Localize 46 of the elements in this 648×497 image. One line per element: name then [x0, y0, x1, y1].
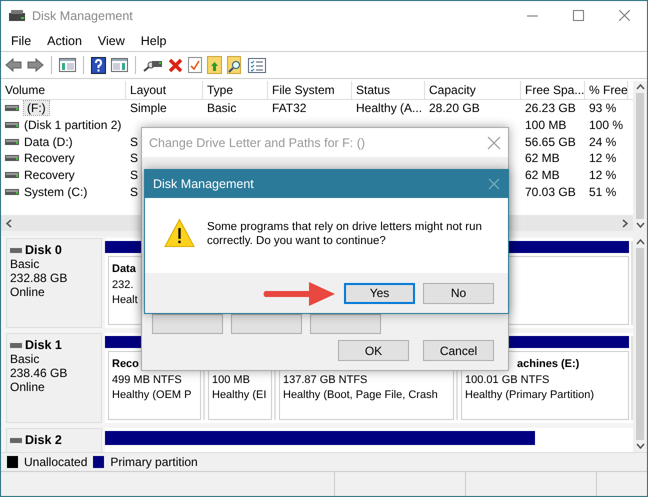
table-cell: 26.23 GB: [525, 101, 576, 116]
partition-size: 499 MB NTFS: [112, 372, 182, 388]
partition-label: achines (E:): [517, 357, 580, 372]
table-cell: 51 %: [589, 184, 616, 199]
table-cell: S: [130, 151, 138, 166]
table-cell: Healthy (A...: [356, 101, 422, 116]
disk-size: 232.88 GB: [10, 271, 68, 285]
table-cell: 100 MB: [525, 118, 566, 132]
table-cell: 28.20 GB: [429, 101, 480, 116]
table-cell: 12 %: [589, 151, 616, 166]
table-cell: 62 MB: [525, 151, 560, 166]
table-cell: 24 %: [589, 134, 616, 149]
disk-status: Online: [10, 285, 46, 299]
table-cell: 62 MB: [525, 168, 560, 182]
table-cell: 70.03 GB: [525, 184, 576, 199]
disk-type: Basic: [10, 352, 40, 366]
partition-status: Healthy (Boot, Page File, Crash: [283, 388, 438, 403]
table-cell: Basic: [207, 101, 236, 116]
partition-size: 137.87 GB NTFS: [283, 372, 368, 388]
partition-status: Healthy (EI: [212, 388, 266, 403]
table-cell: S: [130, 134, 138, 149]
table-cell: 12 %: [589, 168, 616, 182]
table-cell: 100 %: [589, 118, 624, 132]
partition-status: Healt: [112, 293, 138, 308]
dialog-message: Some programs that rely on drive letters might not run correctly. Do you want to continue?: [207, 220, 483, 248]
table-cell: 56.65 GB: [525, 134, 576, 149]
legend-label: Unallocated: [24, 455, 88, 469]
window-title: Disk Management: [32, 8, 134, 22]
legend-label: Primary partition: [110, 455, 198, 469]
dialog-title: Disk Management: [153, 177, 254, 191]
disk-status: Online: [10, 380, 46, 394]
partition-label: Reco: [112, 357, 139, 372]
dialog-title: Change Drive Letter and Paths for F: (): [149, 136, 366, 150]
table-cell: S: [130, 184, 138, 199]
partition-label: Data: [112, 262, 136, 277]
table-cell: S: [130, 168, 138, 182]
table-cell: FAT32: [272, 101, 306, 116]
partition-size: 232.: [112, 278, 134, 292]
disk-size: 238.46 GB: [10, 366, 68, 380]
disk-type: Basic: [10, 257, 40, 271]
partition-size: 100 MB: [212, 372, 250, 388]
partition-size: 100.01 GB NTFS: [465, 372, 550, 388]
partition-status: Healthy (Primary Partition): [465, 388, 594, 403]
table-cell: Simple: [130, 101, 167, 116]
partition-status: Healthy (OEM P: [112, 388, 192, 403]
table-cell: 93 %: [589, 101, 616, 116]
